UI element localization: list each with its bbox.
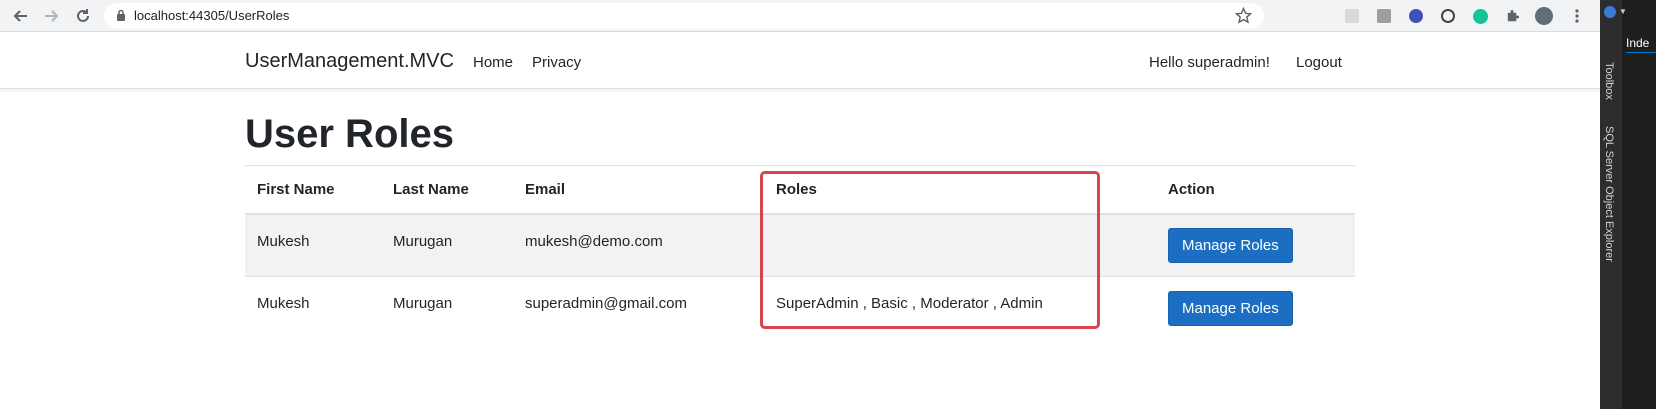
cell-roles bbox=[764, 213, 1156, 277]
cell-email: superadmin@gmail.com bbox=[513, 276, 764, 340]
menu-icon[interactable] bbox=[1568, 7, 1586, 25]
nav-privacy-link[interactable]: Privacy bbox=[532, 54, 581, 71]
extension-1-icon[interactable] bbox=[1343, 7, 1361, 25]
forward-button[interactable] bbox=[40, 5, 62, 27]
star-icon[interactable] bbox=[1235, 7, 1252, 24]
brand-link[interactable]: UserManagement.MVC bbox=[245, 50, 454, 73]
table-row: Mukesh Murugan superadmin@gmail.com Supe… bbox=[245, 276, 1355, 340]
cell-roles: SuperAdmin , Basic , Moderator , Admin bbox=[764, 276, 1156, 340]
browser-toolbar: localhost:44305/UserRoles bbox=[0, 0, 1600, 32]
cell-action: Manage Roles bbox=[1156, 213, 1355, 277]
ide-document-tab[interactable]: Inde bbox=[1626, 36, 1649, 50]
table-header-row: First Name Last Name Email Roles Action bbox=[245, 165, 1355, 215]
manage-roles-button[interactable]: Manage Roles bbox=[1168, 290, 1293, 326]
ide-status-icon bbox=[1604, 6, 1616, 18]
toolbox-tab[interactable]: Toolbox bbox=[1603, 62, 1615, 100]
header-roles: Roles bbox=[764, 165, 1156, 215]
reload-icon bbox=[77, 9, 89, 22]
caret-down-icon: ▼ bbox=[1619, 7, 1627, 16]
back-button[interactable] bbox=[10, 5, 32, 27]
header-first-name: First Name bbox=[245, 165, 381, 215]
reload-button[interactable] bbox=[72, 5, 94, 27]
address-bar[interactable]: localhost:44305/UserRoles bbox=[104, 3, 1264, 29]
cell-action: Manage Roles bbox=[1156, 276, 1355, 340]
header-action: Action bbox=[1156, 165, 1355, 215]
cell-first-name: Mukesh bbox=[245, 213, 381, 277]
cell-email: mukesh@demo.com bbox=[513, 213, 764, 277]
header-email: Email bbox=[513, 165, 764, 215]
ide-tab-underline bbox=[1626, 52, 1656, 53]
app-navbar: UserManagement.MVC Home Privacy Hello su… bbox=[0, 32, 1600, 89]
nav-home-link[interactable]: Home bbox=[473, 54, 513, 71]
kebab-menu-icon bbox=[1575, 9, 1579, 23]
puzzle-icon[interactable] bbox=[1503, 7, 1521, 25]
cell-first-name: Mukesh bbox=[245, 276, 381, 340]
sql-server-object-explorer-tab[interactable]: SQL Server Object Explorer bbox=[1603, 126, 1615, 262]
manage-roles-button[interactable]: Manage Roles bbox=[1168, 227, 1293, 263]
lock-icon bbox=[117, 9, 125, 21]
extension-2-icon[interactable] bbox=[1375, 7, 1393, 25]
arrow-left-icon bbox=[13, 10, 27, 22]
grammarly-icon[interactable] bbox=[1471, 7, 1489, 25]
arrow-right-icon bbox=[45, 10, 59, 22]
extensions-puzzle-icon bbox=[1507, 9, 1519, 21]
ide-side-panel: ▼ Toolbox SQL Server Object Explorer Ind… bbox=[1600, 0, 1656, 409]
cell-last-name: Murugan bbox=[381, 276, 513, 340]
header-last-name: Last Name bbox=[381, 165, 513, 215]
avatar[interactable] bbox=[1535, 7, 1553, 25]
extension-3-icon[interactable] bbox=[1407, 7, 1425, 25]
logout-link[interactable]: Logout bbox=[1296, 54, 1342, 71]
user-roles-table: First Name Last Name Email Roles Action … bbox=[245, 165, 1355, 340]
url-text: localhost:44305/UserRoles bbox=[134, 8, 290, 23]
extension-4-icon[interactable] bbox=[1439, 7, 1457, 25]
greeting-link[interactable]: Hello superadmin! bbox=[1149, 54, 1270, 71]
cell-last-name: Murugan bbox=[381, 213, 513, 277]
table-row: Mukesh Murugan mukesh@demo.com Manage Ro… bbox=[245, 213, 1355, 277]
page-title: User Roles bbox=[245, 112, 454, 156]
